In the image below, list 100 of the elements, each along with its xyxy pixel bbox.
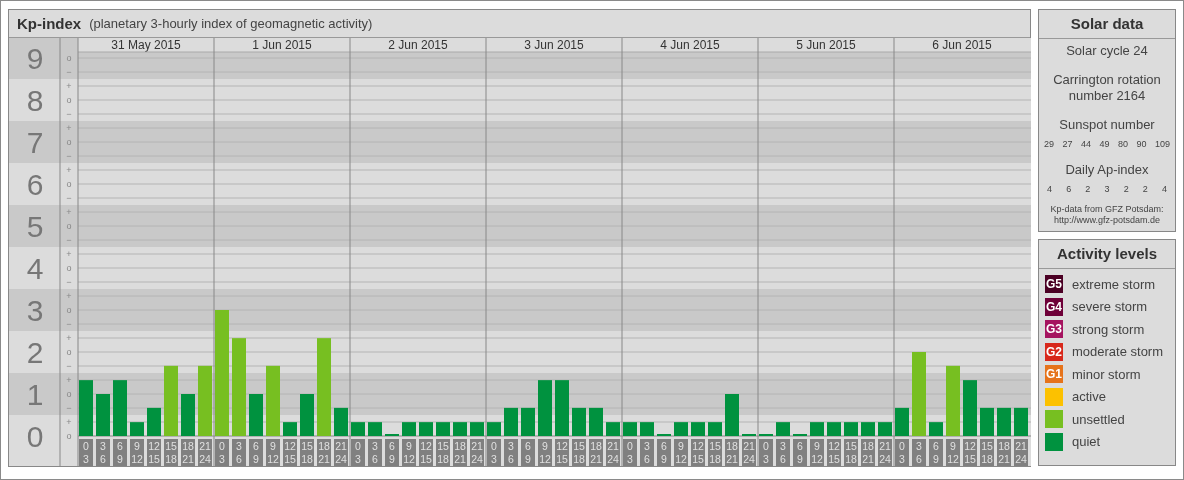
- time-label: 18 21: [453, 439, 467, 466]
- tick-mark-label: +: [66, 375, 72, 385]
- x-tick-label: 6 9: [933, 440, 940, 465]
- source-text: Kp-data from GFZ Potsdam:: [1050, 204, 1164, 215]
- time-label: 21 24: [878, 439, 892, 466]
- x-tick-label: 3 6: [508, 440, 515, 465]
- tick-mark-label: +: [66, 165, 72, 175]
- time-label: 15 18: [708, 439, 722, 466]
- time-label: 0 3: [215, 439, 229, 466]
- tick-mark-label: −: [66, 277, 72, 287]
- time-label: 21 24: [1014, 439, 1028, 466]
- date-label: 31 May 2015: [111, 38, 181, 52]
- axis-label: 3: [26, 294, 44, 327]
- tick-mark-label: −: [66, 67, 72, 77]
- x-tick-label: 6 9: [661, 440, 668, 465]
- time-label: 12 15: [147, 439, 161, 466]
- kp-bar: [827, 422, 841, 436]
- time-label: 6 9: [113, 439, 127, 466]
- level-swatch: G2: [1045, 342, 1063, 361]
- time-label: 12 15: [691, 439, 705, 466]
- kp-bar: [470, 422, 484, 436]
- x-tick-label: 6 9: [253, 440, 260, 465]
- kp-bar: [861, 422, 875, 436]
- x-tick-label: 0 3: [627, 440, 634, 465]
- kp-bar: [555, 380, 569, 436]
- ap-value: 6: [1066, 184, 1072, 194]
- date-label: 1 Jun 2015: [252, 38, 312, 52]
- time-label: 21 24: [742, 439, 756, 466]
- tick-mark-label: −: [66, 193, 72, 203]
- level-label: strong storm: [1072, 321, 1145, 337]
- x-tick-label: 6 9: [525, 440, 532, 465]
- tick-mark-label: +: [66, 249, 72, 259]
- kp-bar: [147, 407, 161, 436]
- panel-subtitle: (planetary 3-hourly index of geomagnetic activity): [89, 16, 373, 31]
- tick-mark-label: −: [66, 403, 72, 413]
- level-swatch: G3: [1045, 320, 1063, 338]
- tick-mark-label: +: [66, 333, 72, 343]
- level-label: extreme storm: [1072, 276, 1156, 292]
- axis-label: 1: [26, 378, 44, 411]
- time-label: 3 6: [368, 439, 382, 466]
- panel-title: Solar data: [1039, 10, 1175, 39]
- kp-bar: [895, 407, 909, 436]
- time-label: 15 18: [300, 439, 314, 466]
- tick-mark-label: o: [66, 95, 72, 105]
- tick-mark-label: −: [66, 109, 72, 119]
- sunspot-value: 109: [1154, 139, 1170, 149]
- x-tick-label: 3 6: [100, 440, 107, 465]
- time-label: 21 24: [334, 439, 348, 466]
- kp-bar: [504, 407, 518, 436]
- time-label: 3 6: [232, 439, 246, 466]
- x-tick-label: 0 3: [355, 440, 362, 465]
- time-label: 12 15: [963, 439, 977, 466]
- time-label: 15 18: [844, 439, 858, 466]
- time-label: 3 6: [776, 439, 790, 466]
- time-label: 18 21: [181, 439, 195, 466]
- time-label: 12 15: [555, 439, 569, 466]
- carrington-text: number 2164: [1068, 88, 1146, 104]
- time-label: 9 12: [946, 439, 960, 466]
- kp-bar: [776, 422, 790, 436]
- sunspot-value: 49: [1099, 139, 1110, 149]
- date-label: 3 Jun 2015: [524, 38, 584, 52]
- tick-mark-label: −: [66, 361, 72, 371]
- x-tick-label: 3 6: [372, 440, 379, 465]
- time-label: 21 24: [198, 439, 212, 466]
- level-label: quiet: [1072, 434, 1101, 449]
- time-label: 15 18: [436, 439, 450, 466]
- kp-bar: [708, 422, 722, 436]
- kp-bar: [674, 422, 688, 436]
- time-label: 9 12: [130, 439, 144, 466]
- time-label: 18 21: [317, 439, 331, 466]
- time-label: 15 18: [164, 439, 178, 466]
- time-label: 9 12: [402, 439, 416, 466]
- kp-bar: [164, 365, 178, 436]
- ap-value: 2: [1085, 184, 1091, 194]
- sunspot-value: 80: [1117, 139, 1128, 149]
- axis-label: 9: [26, 42, 44, 75]
- panel-title: Kp-index: [17, 15, 82, 32]
- time-label: 18 21: [589, 439, 603, 466]
- time-label: 18 21: [725, 439, 739, 466]
- time-label: 12 15: [419, 439, 433, 466]
- x-tick-label: 3 6: [780, 440, 787, 465]
- time-label: 18 21: [861, 439, 875, 466]
- sunspot-label: Sunspot number: [1059, 117, 1155, 133]
- tick-mark-label: o: [66, 263, 72, 273]
- tick-mark-label: o: [66, 347, 72, 357]
- kp-bar: [487, 422, 501, 436]
- tick-mark-label: +: [66, 81, 72, 91]
- kp-bar: [606, 422, 620, 436]
- x-tick-label: 6 9: [389, 440, 396, 465]
- kp-bar: [181, 394, 195, 436]
- x-tick-label: 3 6: [644, 440, 651, 465]
- time-label: 18 21: [997, 439, 1011, 466]
- sunspot-value: 44: [1080, 139, 1091, 149]
- axis-label: 0: [26, 420, 44, 453]
- x-tick-label: 0 3: [763, 440, 770, 465]
- kp-bar: [929, 422, 943, 436]
- time-label: 0 3: [487, 439, 501, 466]
- tick-mark-label: +: [66, 207, 72, 217]
- kp-bar: [130, 422, 144, 436]
- axis-label: 2: [26, 336, 44, 369]
